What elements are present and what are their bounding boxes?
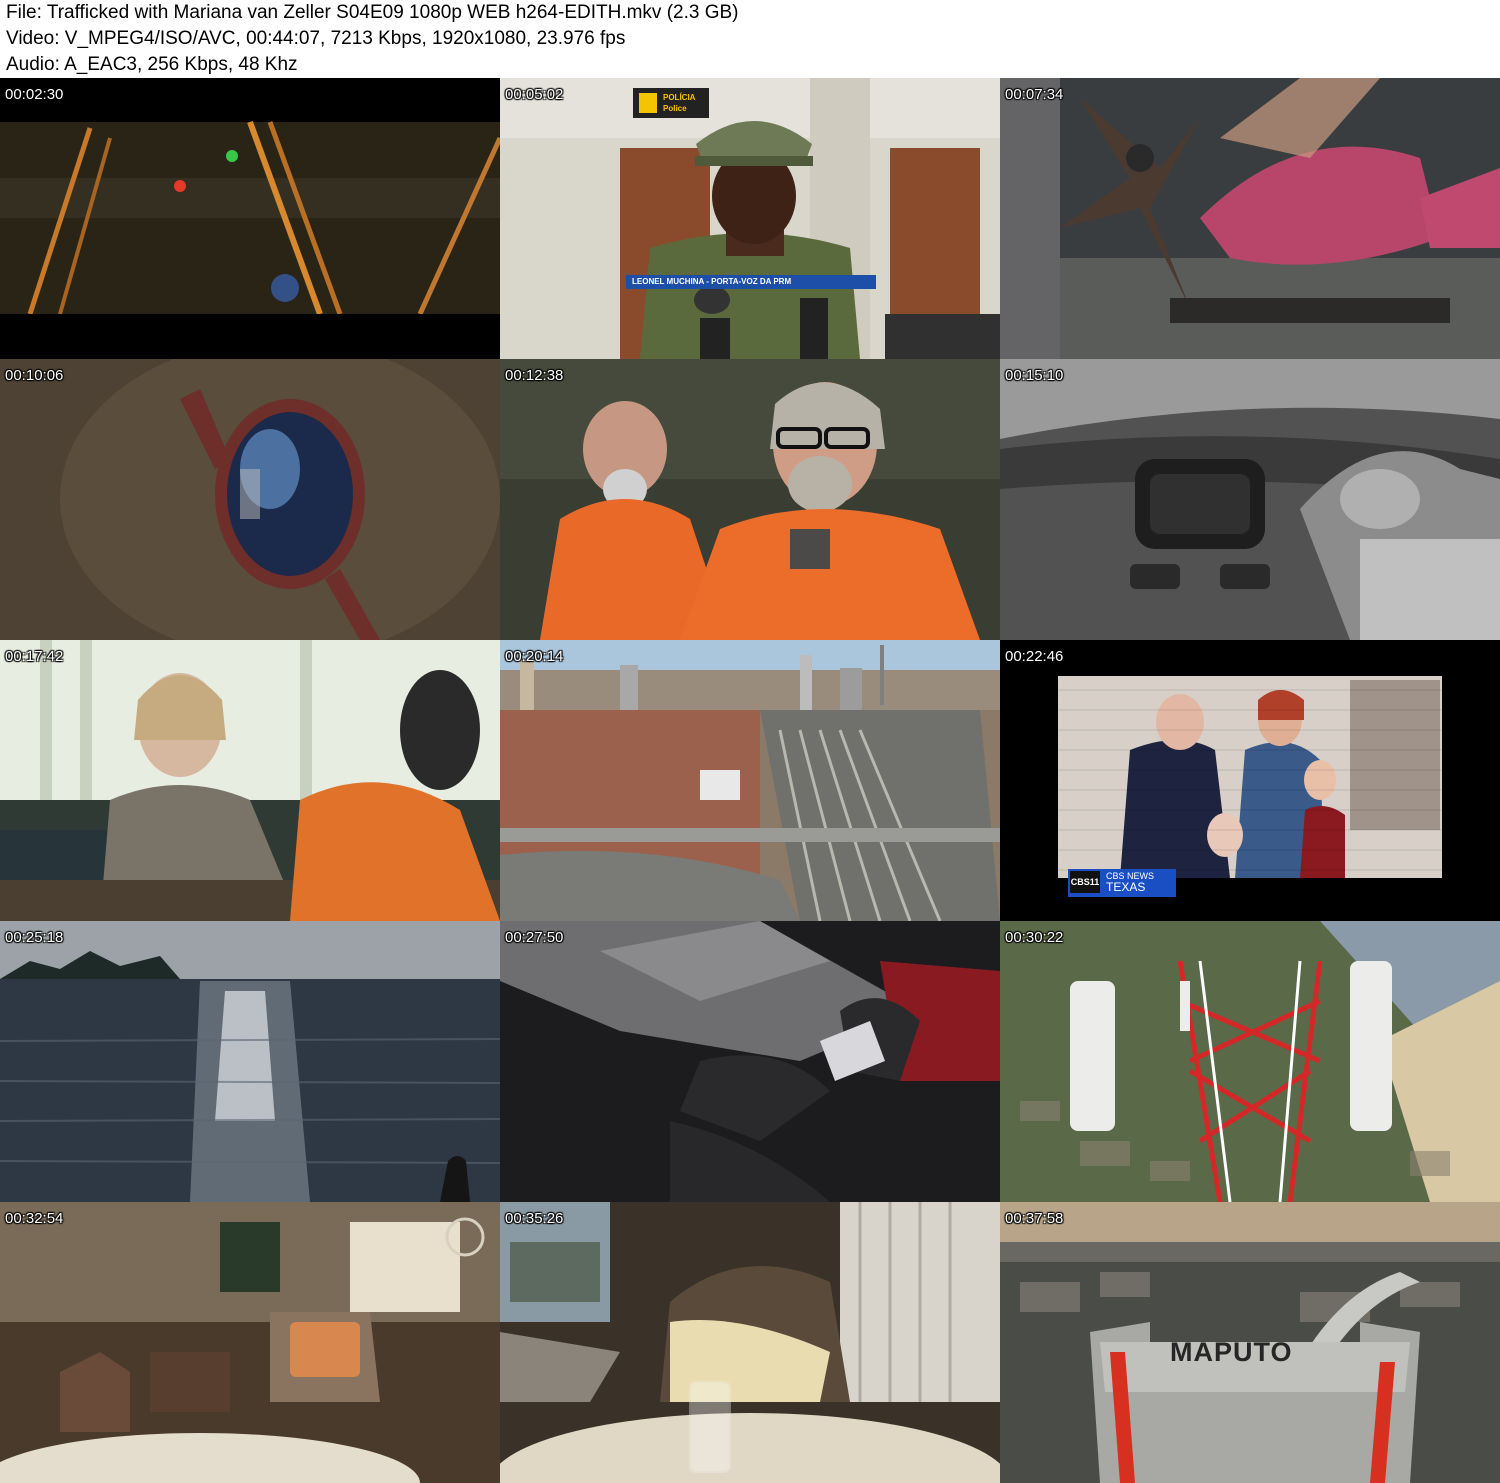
lower-third-caption: LEONEL MUCHINA - PORTA-VOZ DA PRM	[626, 275, 876, 289]
file-info-line: File: Trafficked with Mariana van Zeller…	[6, 2, 739, 23]
thumbnail-3: 00:07:34	[1000, 78, 1500, 359]
thumbnail-5-image	[500, 359, 1000, 640]
thumbnail-2: POLÍCIA Police LEONEL MUCHINA - PORTA-VO…	[500, 78, 1000, 359]
thumbnail-5: 00:12:38	[500, 359, 1000, 640]
audio-info-line: Audio: A_EAC3, 256 Kbps, 48 Khz	[6, 54, 298, 75]
info-header: File: Trafficked with Mariana van Zeller…	[0, 0, 1500, 78]
thumbnail-8-image	[500, 640, 1000, 921]
thumbnail-11-image	[500, 921, 1000, 1202]
thumbnail-8: 00:20:14	[500, 640, 1000, 921]
timestamp: 00:32:54	[5, 1210, 64, 1227]
timestamp: 00:37:58	[1005, 1210, 1064, 1227]
news-line2: TEXAS	[1106, 880, 1146, 894]
timestamp: 00:17:42	[5, 648, 64, 665]
video-info-line: Video: V_MPEG4/ISO/AVC, 00:44:07, 7213 K…	[6, 28, 626, 49]
thumbnail-2-image	[500, 78, 1000, 359]
thumbnail-1: 00:02:30	[0, 78, 500, 359]
timestamp: 00:02:30	[5, 86, 64, 103]
timestamp: 00:15:10	[1005, 367, 1064, 384]
building-sign: MAPUTO	[1170, 1337, 1293, 1367]
thumbnail-4-image	[0, 359, 500, 640]
timestamp: 00:10:06	[5, 367, 64, 384]
timestamp: 00:35:26	[505, 1210, 564, 1227]
thumbnail-10: 00:25:18	[0, 921, 500, 1202]
thumbnail-grid: 00:02:30 POLÍCIA Police LEONEL MUCHINA -…	[0, 78, 1500, 1483]
thumbnail-11: 00:27:50	[500, 921, 1000, 1202]
police-sign-icon	[639, 93, 657, 113]
thumbnail-6: 00:15:10	[1000, 359, 1500, 640]
timestamp: 00:12:38	[505, 367, 564, 384]
police-sign-line2: Police	[663, 104, 687, 113]
thumbnail-7: 00:17:42	[0, 640, 500, 921]
news-channel-bug: CBS11 CBS NEWS TEXAS	[1068, 869, 1176, 897]
thumbnail-9: CBS11 CBS NEWS TEXAS 00:22:46	[1000, 640, 1500, 921]
thumbnail-15: MAPUTO 00:37:58	[1000, 1202, 1500, 1483]
thumbnail-4: 00:10:06	[0, 359, 500, 640]
thumbnail-10-image	[0, 921, 500, 1202]
thumbnail-13: 00:32:54	[0, 1202, 500, 1483]
thumbnail-12-image	[1000, 921, 1500, 1202]
thumbnail-12: 00:30:22	[1000, 921, 1500, 1202]
timestamp: 00:07:34	[1005, 86, 1064, 103]
timestamp: 00:20:14	[505, 648, 564, 665]
channel-logo: CBS11	[1070, 871, 1100, 893]
police-sign: POLÍCIA Police	[633, 88, 709, 118]
thumbnail-7-image	[0, 640, 500, 921]
timestamp: 00:25:18	[5, 929, 64, 946]
timestamp: 00:22:46	[1005, 648, 1064, 665]
thumbnail-3-image	[1000, 78, 1500, 359]
timestamp: 00:30:22	[1005, 929, 1064, 946]
police-sign-line1: POLÍCIA	[663, 93, 696, 102]
thumbnail-13-image	[0, 1202, 500, 1483]
thumbnail-14-image	[500, 1202, 1000, 1483]
timestamp: 00:27:50	[505, 929, 564, 946]
timestamp: 00:05:02	[505, 86, 564, 103]
thumbnail-1-image	[0, 78, 500, 359]
thumbnail-14: 00:35:26	[500, 1202, 1000, 1483]
thumbnail-6-image	[1000, 359, 1500, 640]
